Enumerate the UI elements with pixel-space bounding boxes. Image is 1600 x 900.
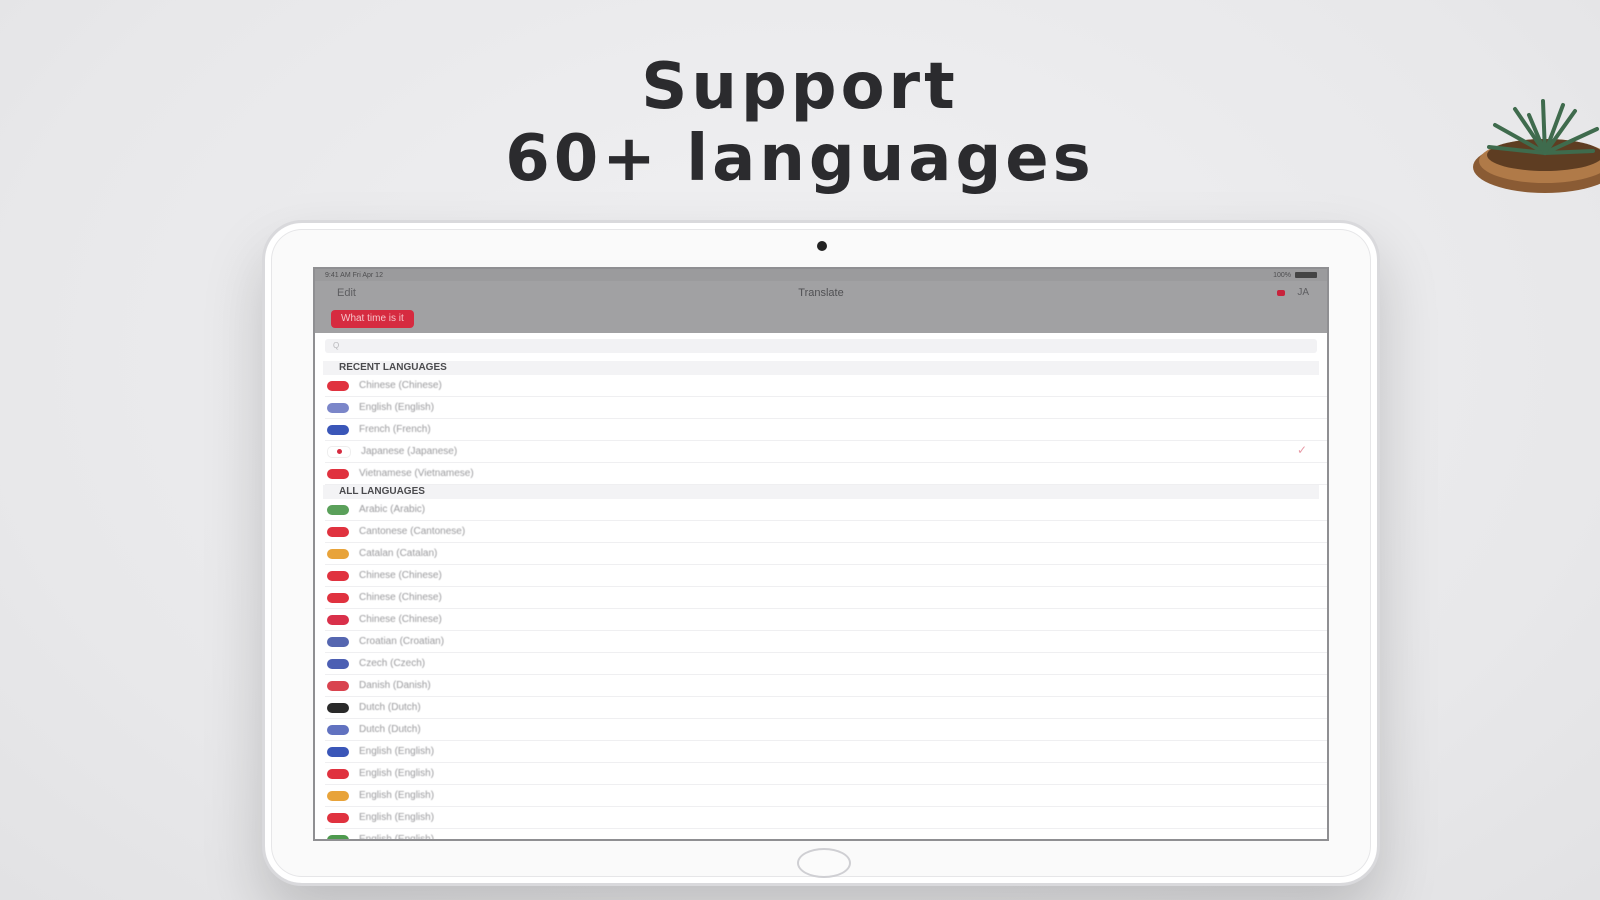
nav-bar: Edit Translate JA: [315, 281, 1327, 307]
language-label: English (English): [359, 812, 435, 823]
plant-decoration-icon: [1473, 99, 1600, 193]
language-item[interactable]: Chinese (Chinese): [325, 587, 1327, 609]
language-label: English (English): [359, 768, 435, 779]
language-item[interactable]: English (English): [325, 397, 1327, 419]
battery-percent: 100%: [1273, 271, 1291, 279]
language-item[interactable]: Czech (Czech): [325, 653, 1327, 675]
language-item[interactable]: Chinese (Chinese): [325, 565, 1327, 587]
language-item[interactable]: Dutch (Dutch): [325, 719, 1327, 741]
flag-icon: [327, 402, 349, 413]
language-code: JA: [1297, 287, 1309, 298]
language-item[interactable]: Japanese (Japanese) ✓: [325, 441, 1327, 463]
language-label: Cantonese (Cantonese): [359, 526, 466, 537]
all-languages-list: Arabic (Arabic) Cantonese (Cantonese) Cata…: [315, 499, 1327, 841]
language-selector[interactable]: JA: [1277, 287, 1309, 298]
language-label: Chinese (Chinese): [359, 592, 442, 603]
language-label: English (English): [359, 402, 435, 413]
flag-icon: [327, 834, 349, 839]
flag-icon: [327, 790, 349, 801]
battery-icon: [1295, 272, 1317, 278]
headline-line2: 60+ languages: [505, 122, 1095, 196]
language-item[interactable]: English (English): [325, 807, 1327, 829]
language-label: Chinese (Chinese): [359, 570, 442, 581]
language-item[interactable]: Vietnamese (Vietnamese): [325, 463, 1327, 485]
all-languages-header: ALL LANGUAGES: [323, 485, 1319, 499]
tablet-device: 9:41 AM Fri Apr 12 100% Edit Translate J…: [262, 220, 1380, 886]
language-item[interactable]: English (English): [325, 785, 1327, 807]
language-item[interactable]: Chinese (Chinese): [325, 375, 1327, 397]
language-item[interactable]: Arabic (Arabic): [325, 499, 1327, 521]
recent-languages-header: RECENT LANGUAGES: [323, 361, 1319, 375]
search-row: Q: [315, 333, 1327, 361]
camera-icon: [817, 241, 827, 251]
language-label: Arabic (Arabic): [359, 504, 426, 515]
language-item[interactable]: Croatian (Croatian): [325, 631, 1327, 653]
language-label: English (English): [359, 746, 435, 757]
flag-icon: [327, 812, 349, 823]
flag-icon: [1277, 289, 1286, 296]
flag-icon: [327, 380, 349, 391]
headline-line1: Support: [641, 50, 959, 124]
flag-icon: [327, 468, 349, 479]
language-label: Croatian (Croatian): [359, 636, 445, 647]
flag-icon: [327, 724, 349, 735]
language-label: English (English): [359, 790, 435, 801]
language-label: Japanese (Japanese): [361, 446, 458, 457]
flag-icon: [327, 445, 351, 458]
flag-icon: [327, 636, 349, 647]
recent-languages-list: Chinese (Chinese) English (English) French…: [315, 375, 1327, 485]
home-button[interactable]: [797, 848, 851, 878]
language-item[interactable]: Danish (Danish): [325, 675, 1327, 697]
language-item[interactable]: French (French): [325, 419, 1327, 441]
search-input[interactable]: Q: [325, 339, 1317, 353]
phrase-bar: What time is it: [315, 307, 1327, 333]
flag-icon: [327, 658, 349, 669]
nav-title: Translate: [798, 287, 844, 299]
flag-icon: [327, 424, 349, 435]
flag-icon: [327, 548, 349, 559]
checkmark-icon: ✓: [1296, 443, 1307, 457]
phrase-button[interactable]: What time is it: [331, 310, 414, 328]
language-item[interactable]: English (English): [325, 829, 1327, 841]
language-item[interactable]: English (English): [325, 741, 1327, 763]
language-item[interactable]: English (English): [325, 763, 1327, 785]
flag-icon: [327, 526, 349, 537]
flag-icon: [327, 680, 349, 691]
language-item[interactable]: Catalan (Catalan): [325, 543, 1327, 565]
language-label: Dutch (Dutch): [359, 724, 421, 735]
language-label: Czech (Czech): [359, 658, 426, 669]
status-bar: 9:41 AM Fri Apr 12 100%: [315, 269, 1327, 281]
language-label: Chinese (Chinese): [359, 614, 442, 625]
language-label: French (French): [359, 424, 431, 435]
language-label: Catalan (Catalan): [359, 548, 438, 559]
language-item[interactable]: Cantonese (Cantonese): [325, 521, 1327, 543]
flag-icon: [327, 504, 349, 515]
app-screen: 9:41 AM Fri Apr 12 100% Edit Translate J…: [313, 267, 1329, 841]
language-label: Vietnamese (Vietnamese): [359, 468, 474, 479]
language-label: Chinese (Chinese): [359, 380, 442, 391]
language-item[interactable]: Dutch (Dutch): [325, 697, 1327, 719]
language-label: Danish (Danish): [359, 680, 431, 691]
flag-icon: [327, 570, 349, 581]
flag-icon: [327, 614, 349, 625]
language-label: English (English): [359, 834, 435, 841]
flag-icon: [327, 702, 349, 713]
language-item[interactable]: Chinese (Chinese): [325, 609, 1327, 631]
flag-icon: [327, 768, 349, 779]
language-label: Dutch (Dutch): [359, 702, 421, 713]
status-time: 9:41 AM Fri Apr 12: [325, 271, 383, 279]
flag-icon: [327, 592, 349, 603]
flag-icon: [327, 746, 349, 757]
